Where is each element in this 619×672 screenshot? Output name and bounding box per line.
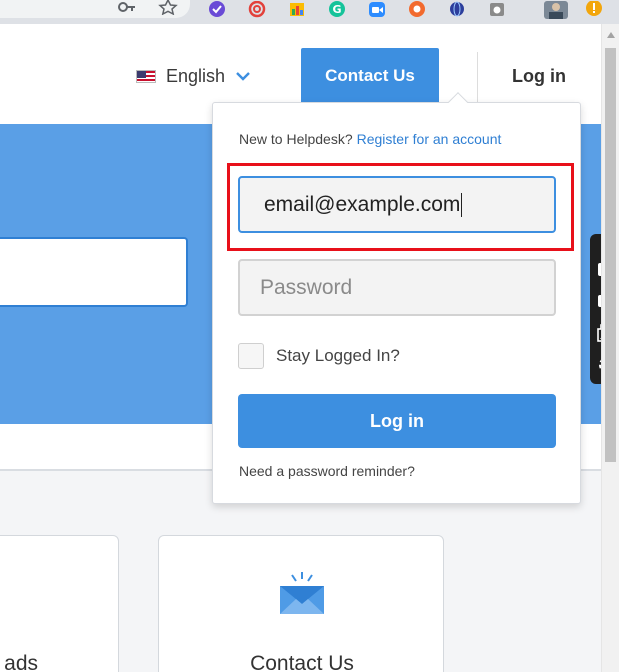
stay-logged-in-checkbox[interactable] [238,343,264,369]
downloads-card[interactable]: ads [0,535,119,672]
text-cursor [461,192,463,217]
chevron-down-icon [236,72,250,81]
dropdown-caret [448,92,468,112]
us-flag-icon [136,69,156,83]
language-selector[interactable]: English [136,62,251,90]
scrollbar-thumb[interactable] [605,48,616,462]
login-submit-button[interactable]: Log in [238,394,556,448]
extension-ring-icon[interactable] [408,1,426,19]
extension-check-icon[interactable] [208,1,226,19]
extension-chart-icon[interactable] [288,1,306,19]
key-icon[interactable] [117,0,137,14]
scroll-up-arrow-icon[interactable] [607,32,615,38]
stay-logged-in-label: Stay Logged In? [276,346,400,365]
envelope-icon [280,572,324,614]
password-field[interactable]: Password [238,259,556,316]
profile-avatar[interactable] [543,1,569,19]
update-alert-icon[interactable] [585,1,603,19]
email-value: email@example.com [264,192,461,216]
downloads-card-title: ads [4,652,38,672]
extension-spiral-icon[interactable] [248,1,266,19]
login-dropdown: New to Helpdesk? Register for an account … [212,92,581,504]
register-prompt: New to Helpdesk? Register for an account [239,131,501,147]
email-field[interactable]: email@example.com [238,176,556,233]
hero-search-input[interactable] [0,237,188,307]
page-scrollbar[interactable] [601,24,619,672]
new-user-text: New to Helpdesk? [239,131,353,147]
extension-globe-icon[interactable] [448,1,466,19]
stay-logged-in-row[interactable]: Stay Logged In? [238,343,400,369]
contact-card[interactable]: Contact Us [158,535,444,672]
page: G ads Contact Us English Contact Us Log … [0,0,619,672]
bookmark-star-icon[interactable] [158,0,178,15]
register-link[interactable]: Register for an account [357,131,502,147]
address-bar[interactable] [0,0,190,18]
language-label: English [166,65,226,86]
zoom-video-icon[interactable] [368,1,386,19]
header-login-button[interactable]: Log in [478,48,600,104]
browser-toolbar: G [0,0,619,24]
grammarly-icon[interactable]: G [328,1,346,19]
extension-camera-icon[interactable] [488,1,506,19]
svg-text:G: G [332,3,341,16]
contact-card-title: Contact Us [250,652,354,672]
contact-us-button[interactable]: Contact Us [301,48,439,104]
password-placeholder: Password [260,275,353,299]
password-reminder-link[interactable]: Need a password reminder? [239,463,415,479]
